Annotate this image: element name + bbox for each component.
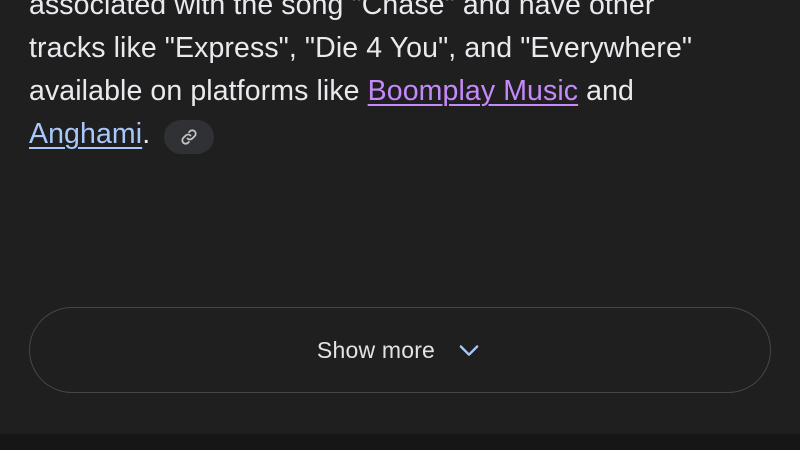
- show-more-button[interactable]: Show more: [29, 307, 771, 393]
- show-more-label: Show more: [316, 336, 436, 363]
- answer-line-3-suffix: and: [578, 75, 634, 107]
- answer-line-4: Anghami.: [29, 113, 769, 156]
- answer-text: associated with the song "Chase" and hav…: [29, 0, 769, 156]
- answer-line-4-suffix: .: [142, 118, 151, 150]
- answer-line-3-prefix: available on platforms like: [29, 75, 368, 107]
- citation-chip[interactable]: [164, 120, 215, 154]
- bottom-edge-bar: [0, 434, 800, 450]
- answer-line-1: associated with the song "Chase" and hav…: [29, 0, 655, 21]
- link-icon: [181, 129, 197, 145]
- anghami-link[interactable]: Anghami: [29, 118, 142, 150]
- answer-line-3: available on platforms like Boomplay Mus…: [29, 70, 769, 113]
- boomplay-music-link[interactable]: Boomplay Music: [368, 75, 578, 107]
- answer-line-2: tracks like "Express", "Die 4 You", and …: [29, 32, 693, 64]
- chevron-down-icon: [455, 336, 483, 364]
